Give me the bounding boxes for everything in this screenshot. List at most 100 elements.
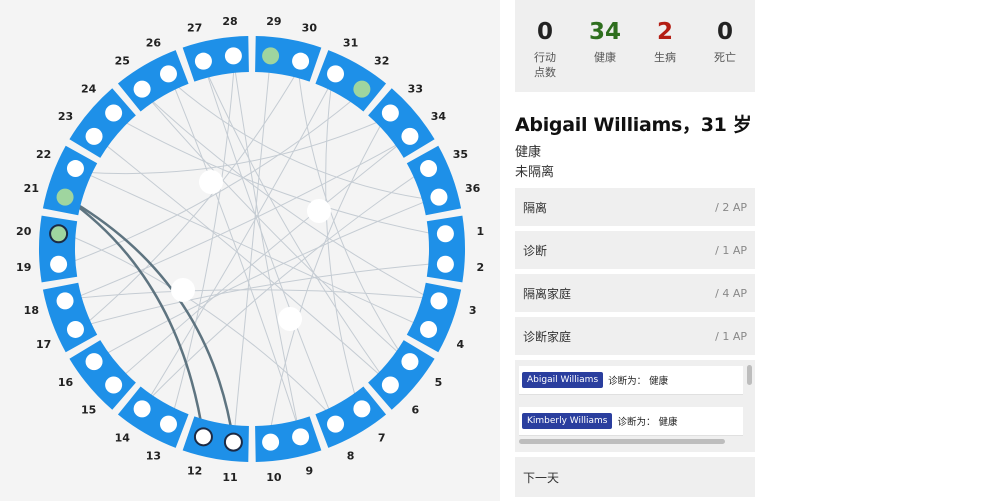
stat-dead: 0 死亡 <box>695 0 755 92</box>
person-number-label: 7 <box>378 432 386 445</box>
stat-value: 2 <box>656 19 673 45</box>
person-number-label: 18 <box>24 304 39 317</box>
vertical-scrollbar[interactable] <box>747 365 752 385</box>
person-node-35[interactable] <box>420 160 438 178</box>
log-entry: Kimberly Williams 诊断为： 健康 <box>519 407 743 436</box>
person-node-25[interactable] <box>133 80 151 98</box>
person-node-2[interactable] <box>436 255 454 273</box>
person-node-12[interactable] <box>193 427 213 447</box>
action-label: 诊断家庭 <box>523 329 572 344</box>
person-node-5[interactable] <box>401 353 419 371</box>
stat-healthy: 34 健康 <box>575 0 635 92</box>
person-node-4[interactable] <box>420 320 438 338</box>
person-node-13[interactable] <box>159 415 177 433</box>
contact-edge <box>171 64 235 417</box>
person-node-29[interactable] <box>262 47 280 65</box>
person-node-9[interactable] <box>292 428 310 446</box>
stat-value: 34 <box>588 19 621 45</box>
person-number-label: 31 <box>343 36 358 49</box>
public-place-node[interactable] <box>171 278 195 302</box>
house-segment <box>69 340 136 410</box>
stat-sick: 2 生病 <box>635 0 695 92</box>
action-cost: / 4 AP <box>715 286 747 300</box>
person-node-10[interactable] <box>262 433 280 451</box>
person-node-36[interactable] <box>430 188 448 206</box>
person-number-label: 36 <box>465 182 481 195</box>
person-node-17[interactable] <box>66 320 84 338</box>
action-label: 隔离 <box>523 200 548 215</box>
person-node-34[interactable] <box>401 127 419 145</box>
diagnose-family-button[interactable]: 诊断家庭 / 1 AP <box>515 317 755 355</box>
person-number-label: 23 <box>58 110 73 123</box>
person-node-24[interactable] <box>105 104 123 122</box>
person-node-11[interactable] <box>223 432 243 452</box>
person-node-3[interactable] <box>430 292 448 310</box>
house-segment <box>406 282 462 353</box>
person-node-22[interactable] <box>66 160 84 178</box>
person-node-27[interactable] <box>194 52 212 70</box>
person-node-28[interactable] <box>224 47 242 65</box>
person-node-20[interactable] <box>49 224 69 244</box>
diagnose-button[interactable]: 诊断 / 1 AP <box>515 231 755 269</box>
person-number-label: 21 <box>24 182 39 195</box>
person-node-7[interactable] <box>353 400 371 418</box>
person-number-label: 4 <box>457 338 465 351</box>
log-person-tag[interactable]: Abigail Williams <box>522 372 604 388</box>
log-text: 诊断为： 健康 <box>608 376 669 387</box>
person-node-21[interactable] <box>56 188 74 206</box>
person-number-label: 19 <box>16 261 31 274</box>
person-number-label: 27 <box>187 21 202 34</box>
person-node-19[interactable] <box>50 255 68 273</box>
house-segment <box>368 88 435 158</box>
next-day-button[interactable]: 下一天 <box>515 457 755 497</box>
person-node-8[interactable] <box>327 415 345 433</box>
quarantine-button[interactable]: 隔离 / 2 AP <box>515 188 755 226</box>
person-number-label: 28 <box>222 15 237 28</box>
contact-edge <box>146 96 403 357</box>
person-number-label: 20 <box>16 225 32 238</box>
person-number-label: 13 <box>146 450 161 463</box>
stats-bar: 0 行动点数 34 健康 2 生病 0 死亡 <box>515 0 755 92</box>
person-node-16[interactable] <box>85 353 103 371</box>
stat-value: 0 <box>716 19 733 45</box>
person-node-6[interactable] <box>381 376 399 394</box>
contact-edge <box>119 141 403 380</box>
person-node-32[interactable] <box>353 80 371 98</box>
side-panel: 0 行动点数 34 健康 2 生病 0 死亡 Abigail Williams，… <box>515 0 755 501</box>
house-segment <box>69 88 136 158</box>
stat-action-points: 0 行动点数 <box>515 0 575 92</box>
person-node-1[interactable] <box>436 225 454 243</box>
person-number-label: 15 <box>81 404 96 417</box>
quarantine-family-button[interactable]: 隔离家庭 / 4 AP <box>515 274 755 312</box>
stat-label: 健康 <box>594 51 616 64</box>
person-number-label: 32 <box>374 54 389 67</box>
public-place-node[interactable] <box>307 199 331 223</box>
person-node-15[interactable] <box>105 376 123 394</box>
person-number-label: 3 <box>469 304 477 317</box>
person-health-status: 健康 <box>515 145 542 160</box>
person-node-14[interactable] <box>133 400 151 418</box>
person-node-26[interactable] <box>159 65 177 83</box>
log-person-tag[interactable]: Kimberly Williams <box>522 413 613 429</box>
person-info: Abigail Williams，31 岁 健康 未隔离 <box>515 92 755 188</box>
person-node-31[interactable] <box>327 65 345 83</box>
game-board: 1 2 3 4 5 6 7 8 9 10 11 12 13 14 15 16 17 18 19 20 21 22 23 24 2… <box>0 0 500 501</box>
stat-label: 死亡 <box>714 51 736 64</box>
horizontal-scrollbar[interactable] <box>519 439 725 444</box>
person-number-label: 1 <box>476 225 484 238</box>
public-place-node[interactable] <box>278 307 302 331</box>
person-number-label: 34 <box>431 110 447 123</box>
person-number-label: 14 <box>115 432 131 445</box>
person-node-18[interactable] <box>56 292 74 310</box>
person-number-label: 33 <box>408 82 423 95</box>
person-number-label: 17 <box>36 338 51 351</box>
person-number-label: 16 <box>58 376 74 389</box>
public-place-node[interactable] <box>199 170 223 194</box>
person-number-label: 11 <box>222 471 237 484</box>
action-label: 隔离家庭 <box>523 286 572 301</box>
person-number-label: 9 <box>306 465 314 478</box>
person-node-30[interactable] <box>292 52 310 70</box>
person-quarantine-status: 未隔离 <box>515 165 555 180</box>
person-node-33[interactable] <box>381 104 399 122</box>
person-node-23[interactable] <box>85 127 103 145</box>
